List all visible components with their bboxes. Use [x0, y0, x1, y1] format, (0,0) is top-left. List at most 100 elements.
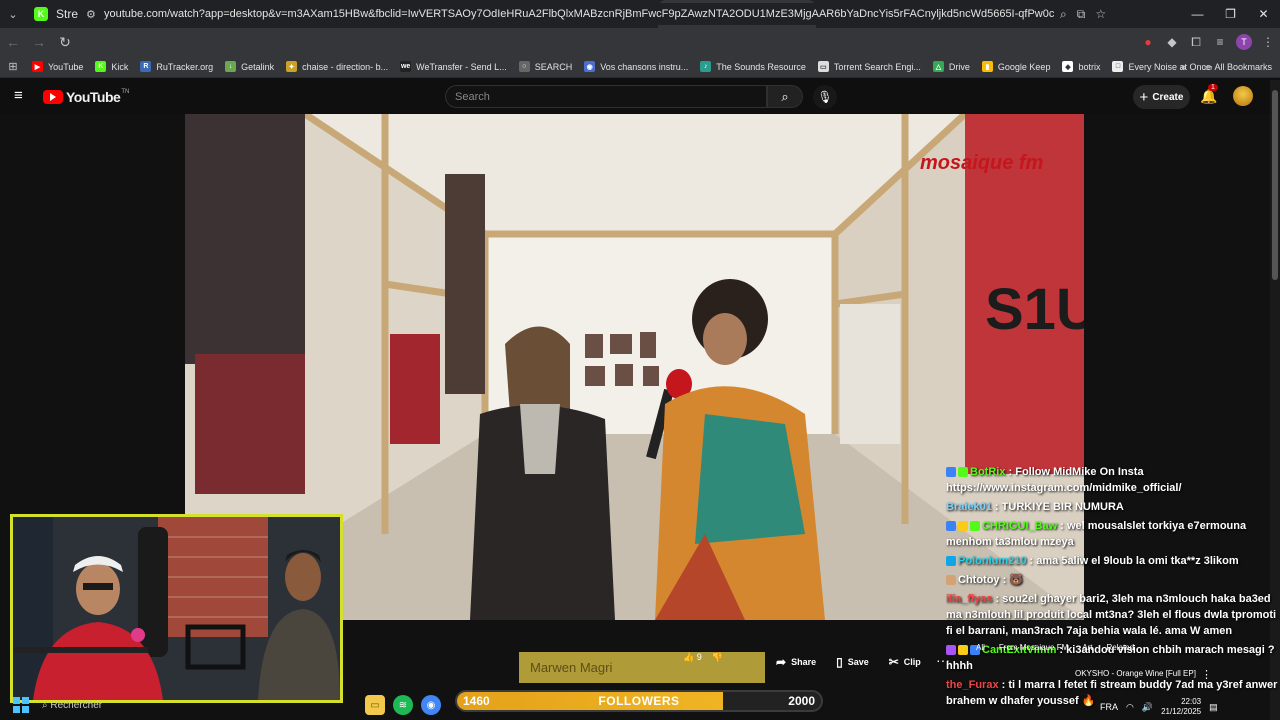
youtube-logo[interactable]: YouTube TN	[43, 89, 129, 105]
search-icon: ⌕	[781, 88, 789, 104]
scrollbar-thumb[interactable]	[1272, 90, 1278, 280]
chat-badge-icon	[970, 521, 980, 532]
chrome-icon[interactable]: ◉	[421, 695, 441, 715]
youtube-logo-text: YouTube	[66, 89, 121, 105]
filter-chip[interactable]: Related	[1106, 643, 1134, 652]
media-controls-icon[interactable]: ≡	[1208, 28, 1232, 56]
all-bookmarks-link[interactable]: ▭ All Bookmarks	[1204, 62, 1272, 73]
close-window-icon[interactable]: ✕	[1247, 0, 1280, 28]
filter-chip[interactable]: Art	[1082, 643, 1092, 652]
zoom-search-icon[interactable]: ⌕	[1060, 7, 1067, 22]
youtube-header: ≡ YouTube TN Search ⌕ 🎙 + Create 🔔 1	[0, 80, 1280, 114]
bookmark-item[interactable]: ○ SEARCH	[513, 61, 579, 72]
notification-badge: 1	[1208, 84, 1218, 91]
restore-icon[interactable]: ❐	[1214, 0, 1247, 28]
chat-username[interactable]: Chtotoy	[958, 574, 1000, 586]
chat-username[interactable]: Braiek01	[946, 501, 992, 513]
apps-grid-icon[interactable]: ⊞	[0, 60, 26, 73]
extension-diamond-icon[interactable]: ◆	[1160, 28, 1184, 56]
next-video-title[interactable]: OKYSHO - Orange Wine [Full EP]	[1075, 669, 1196, 678]
account-avatar[interactable]	[1233, 86, 1253, 106]
bookmark-item[interactable]: ▶ YouTube	[26, 61, 89, 72]
bookmark-favicon-icon: ▶	[32, 61, 43, 72]
chat-message: Polonium210 : ama 5aliw el 9loub la omi …	[946, 553, 1280, 569]
back-button[interactable]: ←	[0, 28, 26, 56]
bookmark-item[interactable]: we WeTransfer - Send L...	[394, 61, 513, 72]
profile-avatar[interactable]: T	[1236, 34, 1252, 50]
bookmark-item[interactable]: ▮ Google Keep	[976, 61, 1057, 72]
window-controls: — ❐ ✕	[1181, 0, 1280, 28]
filter-chip[interactable]: From Mosaique FM	[999, 643, 1068, 652]
forward-button[interactable]: →	[26, 28, 52, 56]
chat-username[interactable]: Polonium210	[958, 555, 1026, 567]
bookmark-item[interactable]: ♪ The Sounds Resource	[694, 61, 812, 72]
chat-message: Braiek01 : TURKIYE BIR NUMURA	[946, 499, 1280, 515]
streamer-webcam	[10, 514, 343, 703]
chat-message: Chtotoy : 🐻	[946, 572, 1280, 588]
bookmark-star-icon[interactable]: ☆	[1095, 7, 1106, 22]
search-button[interactable]: ⌕	[767, 85, 803, 108]
hamburger-menu-icon[interactable]: ≡	[14, 88, 28, 103]
minimize-icon[interactable]: —	[1181, 0, 1214, 28]
more-actions-icon[interactable]: ···	[936, 652, 950, 668]
bookmark-item[interactable]: ◆ botrix	[1056, 61, 1106, 72]
browser-menu-icon[interactable]: ⋮	[1256, 28, 1280, 56]
save-label: Save	[847, 657, 869, 667]
bookmark-label: chaise - direction- b...	[302, 61, 389, 72]
chat-username[interactable]: ilia_fiyas	[946, 593, 992, 605]
next-video-menu-icon[interactable]: ⋮	[1201, 668, 1212, 681]
bookmark-item[interactable]: △ Drive	[927, 61, 976, 72]
address-bar[interactable]: ⚙ youtube.com/watch?app=desktop&v=m3AXam…	[78, 3, 1118, 25]
bookmark-item[interactable]: ◉ Vos chansons instru...	[578, 61, 694, 72]
chat-username[interactable]: BotRix	[970, 466, 1005, 478]
chat-badge-icon	[958, 645, 968, 656]
bookmark-item[interactable]: R RuTracker.org	[134, 61, 219, 72]
bookmark-favicon-icon: ○	[518, 61, 530, 72]
notifications-button[interactable]: 🔔 1	[1200, 84, 1218, 105]
microphone-icon: 🎙	[817, 90, 833, 104]
bookmark-favicon-icon: □	[1112, 61, 1124, 72]
clock[interactable]: 22:03 21/12/2025	[1161, 697, 1201, 717]
like-button[interactable]: 👍 9	[683, 652, 702, 663]
url-text[interactable]: youtube.com/watch?app=desktop&v=m3AXam15…	[104, 8, 1054, 20]
volume-icon[interactable]: 🔊	[1142, 702, 1153, 713]
notification-center-icon[interactable]: ▤	[1209, 702, 1218, 713]
dislike-button[interactable]: 👎	[712, 652, 723, 663]
bookmarks-overflow-icon[interactable]: »	[1181, 62, 1186, 72]
open-in-app-icon[interactable]: ⧉	[1077, 7, 1086, 22]
search-input[interactable]: Search	[445, 85, 767, 108]
chat-separator: :	[992, 593, 1003, 605]
taskbar-search[interactable]: ⌕ Rechercher	[42, 695, 192, 715]
bookmark-item[interactable]: ▭ Torrent Search Engi...	[812, 61, 927, 72]
wifi-icon[interactable]: ◠	[1126, 702, 1134, 713]
file-explorer-icon[interactable]: ▭	[365, 695, 385, 715]
bookmark-label: Vos chansons instru...	[600, 61, 689, 72]
country-code: TN	[121, 89, 130, 95]
tab-search-menu-icon[interactable]: ⌄	[0, 0, 26, 28]
windows-start-icon[interactable]	[13, 697, 29, 713]
bookmark-item[interactable]: ✦ chaise - direction- b...	[280, 61, 394, 72]
reload-button[interactable]: ↻	[52, 28, 78, 56]
spotify-icon[interactable]: ≋	[393, 695, 413, 715]
related-chips: All From Mosaique FM Art Related	[976, 643, 1134, 652]
voice-search-button[interactable]: 🎙	[813, 85, 837, 109]
chat-badge-icon	[946, 556, 956, 567]
extensions-area: ● ◆ ⧠ ≡ T ⋮	[1136, 28, 1280, 56]
create-button[interactable]: + Create	[1133, 85, 1190, 109]
extension-red-icon[interactable]: ●	[1136, 28, 1160, 56]
site-info-icon[interactable]: ⚙	[86, 8, 104, 21]
language-indicator[interactable]: FRA	[1100, 702, 1118, 712]
bookmark-item[interactable]: K Kick	[89, 61, 134, 72]
share-button[interactable]: ➦ Share	[770, 651, 822, 673]
follower-current-count: 1460	[463, 694, 490, 708]
bookmark-favicon-icon: ▮	[981, 61, 993, 72]
bookmark-label: SEARCH	[534, 61, 573, 72]
save-button[interactable]: ▯ Save	[830, 651, 875, 673]
bookmark-item[interactable]: ↓ Getalink	[219, 61, 280, 72]
chat-username[interactable]: CHRIGUI_Baw	[982, 520, 1057, 532]
filter-chip[interactable]: All	[976, 643, 985, 652]
bookmark-label: Getalink	[241, 61, 275, 72]
clip-button[interactable]: ✂ Clip	[883, 651, 927, 673]
extensions-puzzle-icon[interactable]: ⧠	[1184, 28, 1208, 56]
bookmark-favicon-icon: R	[140, 61, 152, 72]
